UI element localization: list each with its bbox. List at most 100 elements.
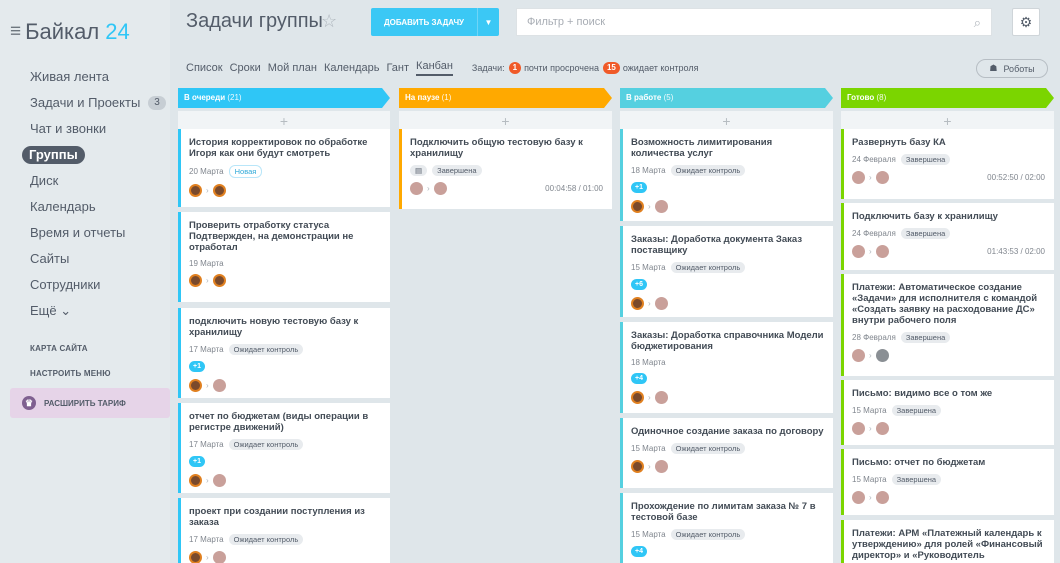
checklist-badge[interactable]: +1 <box>631 182 647 193</box>
upgrade-tariff-button[interactable]: ♛ РАСШИРИТЬ ТАРИФ <box>10 388 170 418</box>
task-title[interactable]: Подключить общую тестовую базу к хранили… <box>410 137 603 159</box>
robots-button[interactable]: ☗ Роботы <box>976 59 1048 78</box>
avatar[interactable] <box>852 422 865 435</box>
avatar[interactable] <box>212 551 226 563</box>
avatar[interactable] <box>433 182 447 195</box>
gear-icon[interactable]: ⚙ <box>1012 8 1040 36</box>
task-title[interactable]: Прохождение по лимитам заказа № 7 в тест… <box>631 501 824 523</box>
avatar[interactable] <box>189 184 202 197</box>
configure-menu-link[interactable]: НАСТРОИТЬ МЕНЮ <box>0 369 170 378</box>
tab-list[interactable]: Список <box>186 62 223 74</box>
task-card[interactable]: проект при создании поступления из заказ… <box>178 498 390 563</box>
avatar[interactable] <box>654 460 668 473</box>
sidebar-item-sites[interactable]: Сайты <box>0 246 170 272</box>
hamburger-menu-icon[interactable]: ≡ <box>10 21 21 43</box>
task-card[interactable]: Письмо: отчет по бюджетам 15 Марта Заверше… <box>841 449 1054 515</box>
overdue-count-badge[interactable]: 1 <box>508 62 522 74</box>
task-card[interactable]: Платежи: АРМ «Платежный календарь к утве… <box>841 520 1054 563</box>
task-card[interactable]: Одиночное создание заказа по договору 15 … <box>620 418 833 488</box>
sidebar-item-groups[interactable]: Группы <box>0 142 170 168</box>
avatar[interactable] <box>875 171 889 184</box>
sidebar-item-employees[interactable]: Сотрудники <box>0 272 170 298</box>
avatar[interactable] <box>852 171 865 184</box>
task-card[interactable]: отчет по бюджетам (виды операции в регис… <box>178 403 390 493</box>
sidebar-item-live-feed[interactable]: Живая лента <box>0 64 170 90</box>
task-title[interactable]: подключить новую тестовую базу к хранили… <box>189 316 381 338</box>
avatar[interactable] <box>654 391 668 404</box>
avatar[interactable] <box>212 184 226 197</box>
overdue-text[interactable]: почти просрочена <box>524 63 599 73</box>
task-card[interactable]: Проверить отработку статуса Подтвержден,… <box>178 212 390 302</box>
task-card[interactable]: подключить новую тестовую базу к хранили… <box>178 308 390 398</box>
task-title[interactable]: проект при создании поступления из заказ… <box>189 506 381 528</box>
task-title[interactable]: Подключить базу к хранилищу <box>852 211 1045 222</box>
add-card-button[interactable]: + <box>841 111 1054 131</box>
control-count-badge[interactable]: 15 <box>602 62 620 74</box>
control-text[interactable]: ожидает контроля <box>623 63 699 73</box>
avatar[interactable] <box>654 200 668 213</box>
avatar[interactable] <box>631 460 644 473</box>
task-card[interactable]: Подключить базу к хранилищу 24 Февраля Зав… <box>841 203 1054 270</box>
tab-kanban[interactable]: Канбан <box>416 60 453 76</box>
task-title[interactable]: отчет по бюджетам (виды операции в регис… <box>189 411 381 433</box>
column-header[interactable]: Готово (8) <box>841 88 1054 108</box>
star-icon[interactable]: ☆ <box>321 11 337 32</box>
column-header[interactable]: На паузе (1) <box>399 88 612 108</box>
avatar[interactable] <box>875 245 889 258</box>
task-title[interactable]: Платежи: Автоматическое создание «Задачи… <box>852 282 1045 326</box>
column-header[interactable]: В работе (5) <box>620 88 833 108</box>
task-card[interactable]: Заказы: Доработка справочника Модели бюд… <box>620 322 833 413</box>
sidebar-item-time[interactable]: Время и отчеты <box>0 220 170 246</box>
filter-search-input[interactable]: Фильтр + поиск ⌕ <box>516 8 992 36</box>
task-card[interactable]: Подключить общую тестовую базу к хранили… <box>399 129 612 209</box>
avatar[interactable] <box>189 551 202 563</box>
add-card-button[interactable]: + <box>399 111 612 131</box>
tab-my-plan[interactable]: Мой план <box>268 62 317 74</box>
task-title[interactable]: Заказы: Доработка справочника Модели бюд… <box>631 330 824 352</box>
task-card[interactable]: Возможность лимитирования количества усл… <box>620 129 833 221</box>
task-card[interactable]: Платежи: Автоматическое создание «Задачи… <box>841 274 1054 376</box>
task-title[interactable]: Заказы: Доработка документа Заказ постав… <box>631 234 824 256</box>
checklist-badge[interactable]: +6 <box>631 279 647 290</box>
avatar[interactable] <box>875 349 889 362</box>
sidebar-item-more[interactable]: Ещё ⌄ <box>0 298 170 324</box>
task-card[interactable]: Развернуть базу КА 24 Февраля Завершена › 00… <box>841 129 1054 199</box>
avatar[interactable] <box>410 182 423 195</box>
add-task-button[interactable]: ДОБАВИТЬ ЗАДАЧУ ▼ <box>371 8 499 36</box>
avatar[interactable] <box>212 379 226 392</box>
tab-calendar[interactable]: Календарь <box>324 62 380 74</box>
task-title[interactable]: Возможность лимитирования количества усл… <box>631 137 824 159</box>
avatar[interactable] <box>189 379 202 392</box>
avatar[interactable] <box>631 200 644 213</box>
task-title[interactable]: Проверить отработку статуса Подтвержден,… <box>189 220 381 253</box>
search-icon[interactable]: ⌕ <box>974 10 981 36</box>
task-title[interactable]: Письмо: отчет по бюджетам <box>852 457 1045 468</box>
avatar[interactable] <box>875 491 889 504</box>
sidebar-item-tasks[interactable]: Задачи и Проекты 3 <box>0 90 170 116</box>
task-title[interactable]: Платежи: АРМ «Платежный календарь к утве… <box>852 528 1045 561</box>
sitemap-link[interactable]: КАРТА САЙТА <box>0 344 170 353</box>
avatar[interactable] <box>875 422 889 435</box>
avatar[interactable] <box>189 274 202 287</box>
avatar[interactable] <box>212 474 226 487</box>
chevron-down-icon[interactable]: ▼ <box>477 8 499 36</box>
avatar[interactable] <box>631 297 644 310</box>
avatar[interactable] <box>212 274 226 287</box>
task-title[interactable]: История корректировок по обработке Игоря… <box>189 137 381 159</box>
sidebar-item-chat[interactable]: Чат и звонки <box>0 116 170 142</box>
task-card[interactable]: Заказы: Доработка документа Заказ постав… <box>620 226 833 317</box>
avatar[interactable] <box>852 245 865 258</box>
avatar[interactable] <box>189 474 202 487</box>
checklist-badge[interactable]: +1 <box>189 361 205 372</box>
tab-gantt[interactable]: Гант <box>386 62 409 74</box>
task-card[interactable]: Письмо: видимо все о том же 15 Марта Завер… <box>841 380 1054 445</box>
logo[interactable]: ≡ Байкал 24 <box>10 17 130 47</box>
task-card[interactable]: Прохождение по лимитам заказа № 7 в тест… <box>620 493 833 563</box>
tab-deadlines[interactable]: Сроки <box>230 62 261 74</box>
avatar[interactable] <box>852 349 865 362</box>
task-title[interactable]: Письмо: видимо все о том же <box>852 388 1045 399</box>
avatar[interactable] <box>654 297 668 310</box>
column-header[interactable]: В очереди (21) <box>178 88 390 108</box>
sidebar-item-disk[interactable]: Диск <box>0 168 170 194</box>
add-card-button[interactable]: + <box>620 111 833 131</box>
